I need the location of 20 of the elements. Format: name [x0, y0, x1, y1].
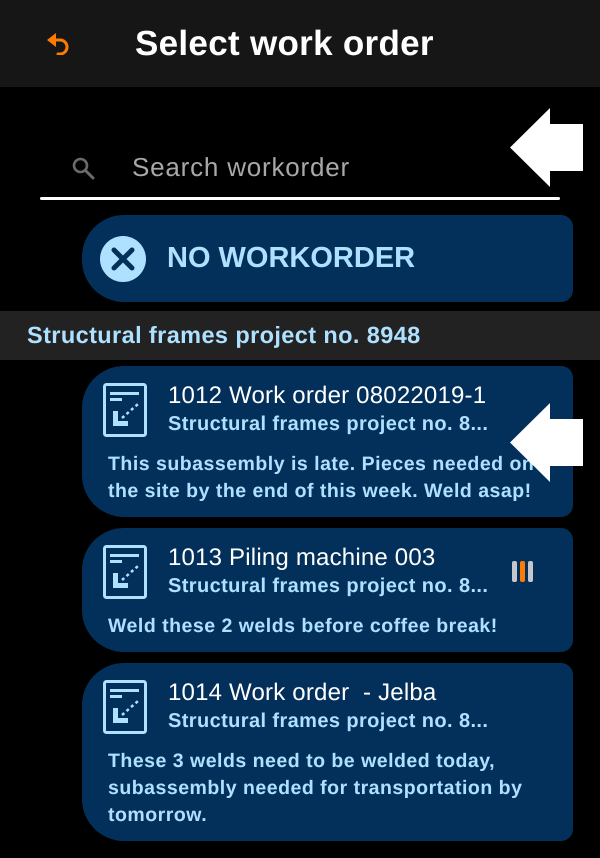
work-order-note: Weld these 2 welds before coffee break! — [108, 614, 499, 639]
work-order-title: 1014 Work order - Jelba — [168, 678, 438, 708]
work-order-title: 1012 Work order 08022019-1 — [168, 381, 488, 411]
work-order-project: Structural frames project no. 8... — [168, 709, 490, 734]
work-order-project: Structural frames project no. 8... — [168, 412, 490, 437]
work-order-project: Structural frames project no. 8... — [168, 574, 490, 599]
document-icon — [103, 680, 147, 734]
page-title: Select work order — [135, 26, 434, 61]
work-order-note: These 3 welds need to be welded today, subassembly needed for transportation by tomorrow. — [108, 749, 524, 828]
undo-arrow-icon — [47, 32, 71, 54]
document-icon — [103, 545, 147, 599]
document-icon — [103, 383, 147, 437]
search-field[interactable]: Search workorder — [132, 150, 504, 186]
work-order-card[interactable]: 1013 Piling machine 003 Structural frames project no. 8... Weld these 2 welds before coffee break! — [82, 528, 573, 652]
search-icon — [71, 156, 95, 180]
work-order-title: 1013 Piling machine 003 — [168, 543, 436, 573]
close-icon — [100, 236, 146, 282]
section-title: Structural frames project no. 8948 — [27, 320, 421, 350]
work-order-card[interactable]: 1014 Work order - Jelba Structural frames project no. 8... These 3 welds need to be welded today, subassembly needed for transportation by tomorrow. — [82, 663, 573, 841]
no-workorder-button[interactable]: NO WORKORDER — [82, 215, 573, 302]
